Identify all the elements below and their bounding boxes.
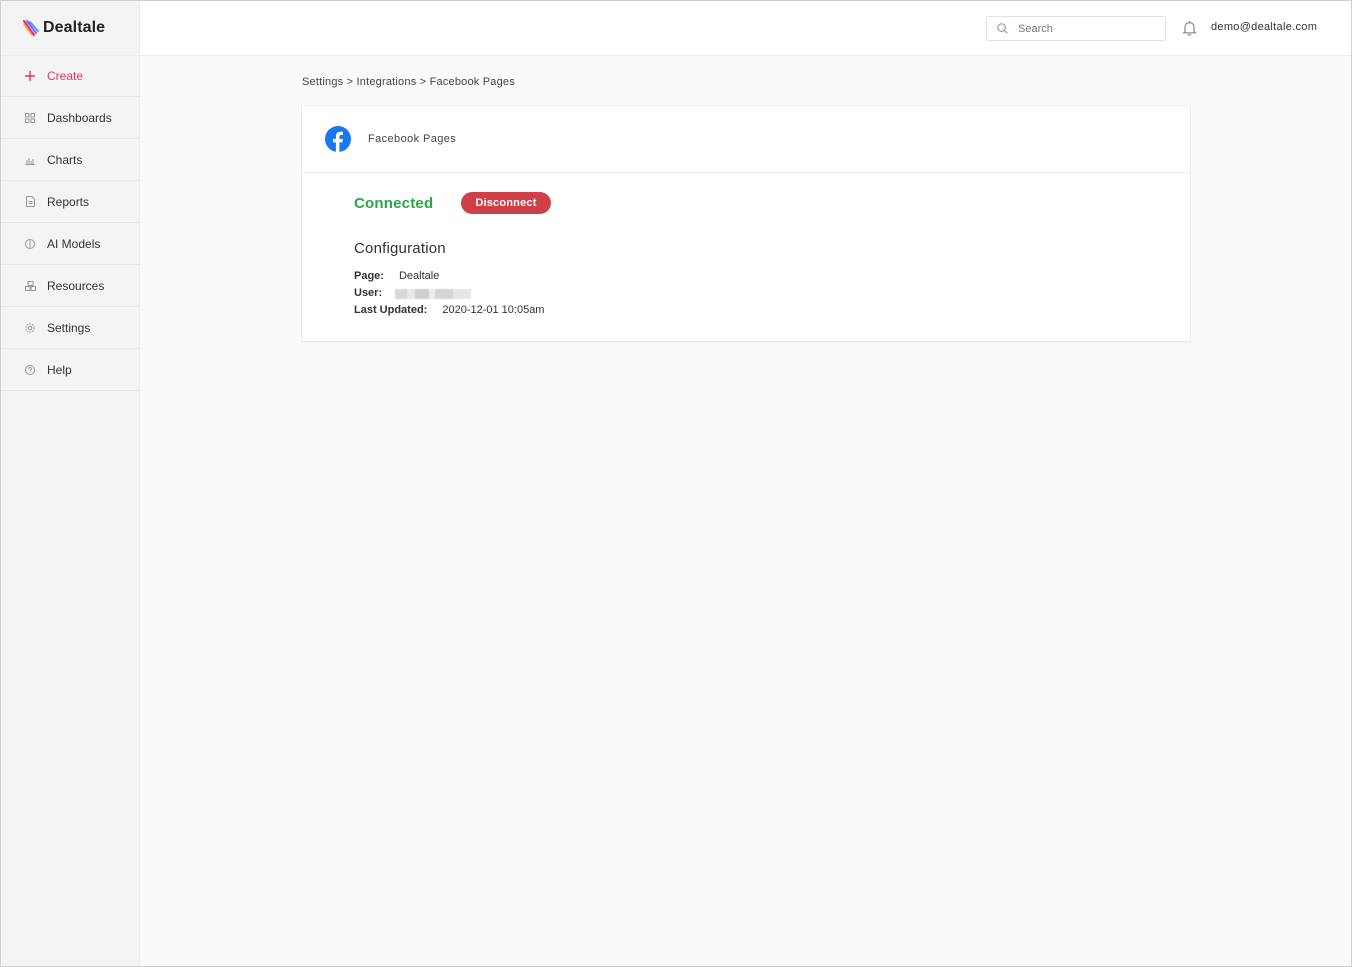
sidebar-item-resources[interactable]: Resources	[1, 265, 139, 307]
sidebar-item-settings[interactable]: Settings	[1, 307, 139, 349]
breadcrumb: Settings > Integrations > Facebook Pages	[302, 76, 515, 88]
config-value: 2020-12-01 10:05am	[442, 304, 545, 316]
config-key: User:	[354, 287, 383, 299]
status-row: Connected Disconnect	[354, 192, 551, 214]
sidebar: Dealtale Create Dashboards Charts Report…	[1, 1, 140, 966]
integration-card: Facebook Pages Connected Disconnect Conf…	[302, 106, 1190, 341]
sidebar-item-label: Resources	[47, 278, 105, 293]
sidebar-item-label: Create	[47, 69, 84, 83]
breadcrumb-item-settings[interactable]: Settings	[302, 76, 343, 88]
configuration-title: Configuration	[354, 240, 446, 257]
plus-icon	[24, 70, 36, 82]
sidebar-item-help[interactable]: Help	[1, 349, 139, 391]
search-input[interactable]	[1018, 22, 1148, 35]
sidebar-item-label: Reports	[47, 194, 90, 209]
sidebar-item-label: AI Models	[47, 236, 101, 251]
brand[interactable]: Dealtale	[1, 1, 139, 56]
config-row-last-updated: Last Updated: 2020-12-01 10:05am	[354, 302, 544, 319]
search-icon	[997, 22, 1009, 35]
dealtale-logo-icon	[22, 19, 39, 37]
sidebar-item-ai-models[interactable]: AI Models	[1, 223, 139, 265]
document-icon	[24, 196, 36, 208]
sidebar-item-create[interactable]: Create	[1, 56, 139, 97]
gear-icon	[24, 322, 36, 334]
brain-icon	[24, 238, 36, 250]
sidebar-nav: Create Dashboards Charts Reports AI Mode…	[1, 56, 139, 391]
bar-chart-icon	[24, 154, 36, 166]
config-row-user: User:	[354, 285, 544, 302]
card-header: Facebook Pages	[302, 106, 1190, 173]
redacted-user-value	[395, 288, 472, 299]
config-key: Page:	[354, 270, 384, 282]
facebook-icon	[325, 126, 351, 152]
boxes-icon	[24, 280, 36, 292]
sidebar-item-reports[interactable]: Reports	[1, 181, 139, 223]
config-row-page: Page: Dealtale	[354, 268, 544, 285]
top-bar: demo@dealtale.com	[140, 1, 1351, 56]
grid-icon	[24, 112, 36, 124]
sidebar-item-label: Dashboards	[47, 110, 112, 125]
disconnect-button[interactable]: Disconnect	[461, 192, 551, 214]
config-key: Last Updated:	[354, 304, 428, 316]
sidebar-item-label: Help	[47, 362, 72, 377]
sidebar-item-dashboards[interactable]: Dashboards	[1, 97, 139, 139]
app-window: Dealtale Create Dashboards Charts Report…	[0, 0, 1352, 967]
sidebar-item-label: Charts	[47, 152, 83, 167]
config-value: Dealtale	[398, 270, 440, 282]
question-icon	[24, 364, 36, 376]
sidebar-item-charts[interactable]: Charts	[1, 139, 139, 181]
sidebar-item-label: Settings	[47, 320, 91, 335]
brand-name: Dealtale	[43, 19, 106, 36]
breadcrumb-item-integrations[interactable]: Integrations	[357, 76, 417, 88]
breadcrumb-item-current: Facebook Pages	[429, 76, 515, 88]
breadcrumb-separator: >	[419, 76, 430, 88]
card-title: Facebook Pages	[368, 133, 457, 145]
search-box[interactable]	[986, 16, 1166, 41]
configuration-details: Page: Dealtale User: Last Updated: 2020-…	[354, 268, 544, 319]
user-email[interactable]: demo@dealtale.com	[1211, 21, 1317, 33]
bell-icon[interactable]	[1182, 20, 1197, 36]
breadcrumb-separator: >	[346, 76, 357, 88]
connection-status: Connected	[354, 194, 434, 212]
